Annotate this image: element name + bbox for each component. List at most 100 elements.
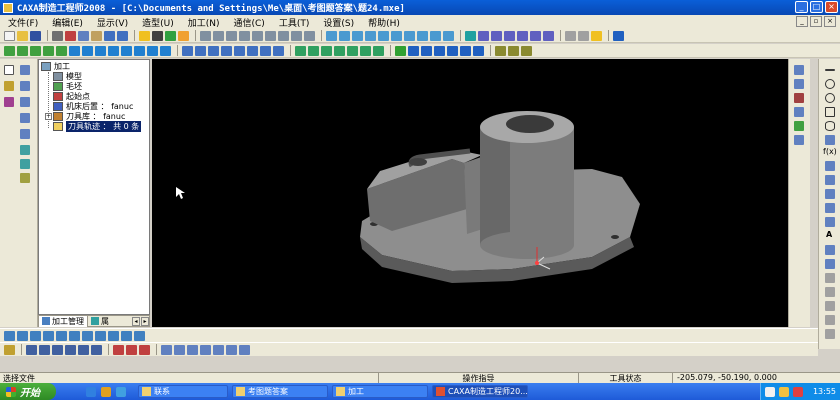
toolpath-icon[interactable] bbox=[208, 45, 219, 56]
machining-icon[interactable] bbox=[56, 45, 67, 56]
curve-tool-icon[interactable] bbox=[825, 175, 835, 185]
surface-icon[interactable] bbox=[56, 330, 67, 341]
surface-tool-icon[interactable] bbox=[291, 30, 302, 41]
ellipse-tool-icon[interactable] bbox=[825, 121, 835, 131]
toolpath-icon[interactable] bbox=[195, 45, 206, 56]
post-process-icon[interactable] bbox=[460, 45, 471, 56]
transform-icon[interactable] bbox=[226, 344, 237, 355]
paste-icon[interactable] bbox=[91, 30, 102, 41]
light-icon[interactable] bbox=[139, 30, 150, 41]
tray-icon[interactable] bbox=[779, 387, 789, 397]
tray-icon[interactable] bbox=[793, 387, 803, 397]
color-icon[interactable] bbox=[178, 30, 189, 41]
layer-icon[interactable] bbox=[4, 97, 14, 107]
new-file-icon[interactable] bbox=[4, 30, 15, 41]
surface-icon[interactable] bbox=[82, 330, 93, 341]
curve-tool-icon[interactable] bbox=[825, 301, 835, 311]
brush-icon[interactable] bbox=[613, 30, 624, 41]
arc-tool-icon[interactable] bbox=[825, 79, 835, 89]
media-quicklaunch-icon[interactable] bbox=[101, 386, 111, 397]
toolpath-icon[interactable] bbox=[260, 45, 271, 56]
curve-tool-icon[interactable] bbox=[825, 189, 835, 199]
tab-process-manager[interactable]: 加工管理 bbox=[39, 315, 88, 327]
edit-path-icon[interactable] bbox=[334, 45, 345, 56]
edit-path-icon[interactable] bbox=[347, 45, 358, 56]
surface-tool-icon[interactable] bbox=[278, 30, 289, 41]
edit-path-icon[interactable] bbox=[308, 45, 319, 56]
view-tool-icon[interactable] bbox=[794, 107, 804, 117]
edit-curve-icon[interactable] bbox=[91, 344, 102, 355]
edit-path-icon[interactable] bbox=[360, 45, 371, 56]
maximize-button[interactable]: □ bbox=[810, 1, 823, 13]
menu-machining[interactable]: 加工(N) bbox=[188, 16, 220, 29]
edit-curve-icon[interactable] bbox=[65, 344, 76, 355]
curve-tool-icon[interactable] bbox=[20, 65, 30, 75]
task-button[interactable]: CAXA制造工程师20... bbox=[432, 385, 528, 398]
transform-icon[interactable] bbox=[174, 344, 185, 355]
undo-icon[interactable] bbox=[104, 30, 115, 41]
curve-tool-icon[interactable] bbox=[825, 287, 835, 297]
post-process-icon[interactable] bbox=[408, 45, 419, 56]
edit-curve-icon[interactable] bbox=[26, 344, 37, 355]
toolpath-icon[interactable] bbox=[273, 45, 284, 56]
curve-tool-icon[interactable] bbox=[20, 159, 30, 169]
check-icon[interactable] bbox=[508, 45, 519, 56]
render-icon[interactable] bbox=[591, 30, 602, 41]
feature-tool-icon[interactable] bbox=[443, 30, 454, 41]
machining-icon[interactable] bbox=[69, 45, 80, 56]
machining-icon[interactable] bbox=[160, 45, 171, 56]
edit-path-icon[interactable] bbox=[321, 45, 332, 56]
tab-scroll-left-button[interactable]: ◂ bbox=[132, 316, 140, 326]
view-tool-icon[interactable] bbox=[794, 135, 804, 145]
edit-curve-icon[interactable] bbox=[39, 344, 50, 355]
start-button[interactable]: 开始 bbox=[0, 383, 56, 400]
surface-icon[interactable] bbox=[4, 330, 15, 341]
tab-properties[interactable]: 属 bbox=[88, 316, 112, 327]
minimize-button[interactable]: _ bbox=[795, 1, 808, 13]
machining-icon[interactable] bbox=[134, 45, 145, 56]
curve-tool-icon[interactable] bbox=[825, 161, 835, 171]
surface-icon[interactable] bbox=[43, 330, 54, 341]
edit-path-icon[interactable] bbox=[295, 45, 306, 56]
display-mode-icon[interactable] bbox=[465, 30, 476, 41]
filter-icon[interactable] bbox=[165, 30, 176, 41]
edit-curve-icon[interactable] bbox=[52, 344, 63, 355]
surface-icon[interactable] bbox=[17, 330, 28, 341]
copy-icon[interactable] bbox=[78, 30, 89, 41]
edit-path-icon[interactable] bbox=[373, 45, 384, 56]
cut-icon[interactable] bbox=[65, 30, 76, 41]
task-button[interactable]: 加工 bbox=[332, 385, 428, 398]
transform-icon[interactable] bbox=[187, 344, 198, 355]
curve-tool-icon[interactable] bbox=[20, 81, 30, 91]
print-icon[interactable] bbox=[52, 30, 63, 41]
feature-tool-icon[interactable] bbox=[352, 30, 363, 41]
post-process-icon[interactable] bbox=[447, 45, 458, 56]
refresh-icon[interactable] bbox=[543, 30, 554, 41]
post-process-icon[interactable] bbox=[434, 45, 445, 56]
feature-tool-icon[interactable] bbox=[417, 30, 428, 41]
zoom-in-icon[interactable] bbox=[491, 30, 502, 41]
wireframe-icon[interactable] bbox=[578, 30, 589, 41]
toolpath-icon[interactable] bbox=[221, 45, 232, 56]
feature-tool-icon[interactable] bbox=[378, 30, 389, 41]
check-icon[interactable] bbox=[495, 45, 506, 56]
transform-icon[interactable] bbox=[161, 344, 172, 355]
machining-icon[interactable] bbox=[121, 45, 132, 56]
pan-icon[interactable] bbox=[530, 30, 541, 41]
redo-icon[interactable] bbox=[117, 30, 128, 41]
open-file-icon[interactable] bbox=[17, 30, 28, 41]
surface-icon[interactable] bbox=[108, 330, 119, 341]
desktop-quicklaunch-icon[interactable] bbox=[116, 386, 126, 397]
view-tool-icon[interactable] bbox=[794, 79, 804, 89]
transform-icon[interactable] bbox=[200, 344, 211, 355]
transform-icon[interactable] bbox=[213, 344, 224, 355]
edit-curve-icon[interactable] bbox=[139, 344, 150, 355]
feature-tool-icon[interactable] bbox=[365, 30, 376, 41]
mdi-restore-button[interactable]: ▫ bbox=[810, 16, 822, 27]
view-tool-icon[interactable] bbox=[794, 121, 804, 131]
curve-tool-icon[interactable] bbox=[825, 245, 835, 255]
expand-toggle[interactable]: + bbox=[45, 113, 52, 120]
menu-communication[interactable]: 通信(C) bbox=[234, 16, 265, 29]
machining-icon[interactable] bbox=[82, 45, 93, 56]
mdi-close-button[interactable]: × bbox=[824, 16, 836, 27]
